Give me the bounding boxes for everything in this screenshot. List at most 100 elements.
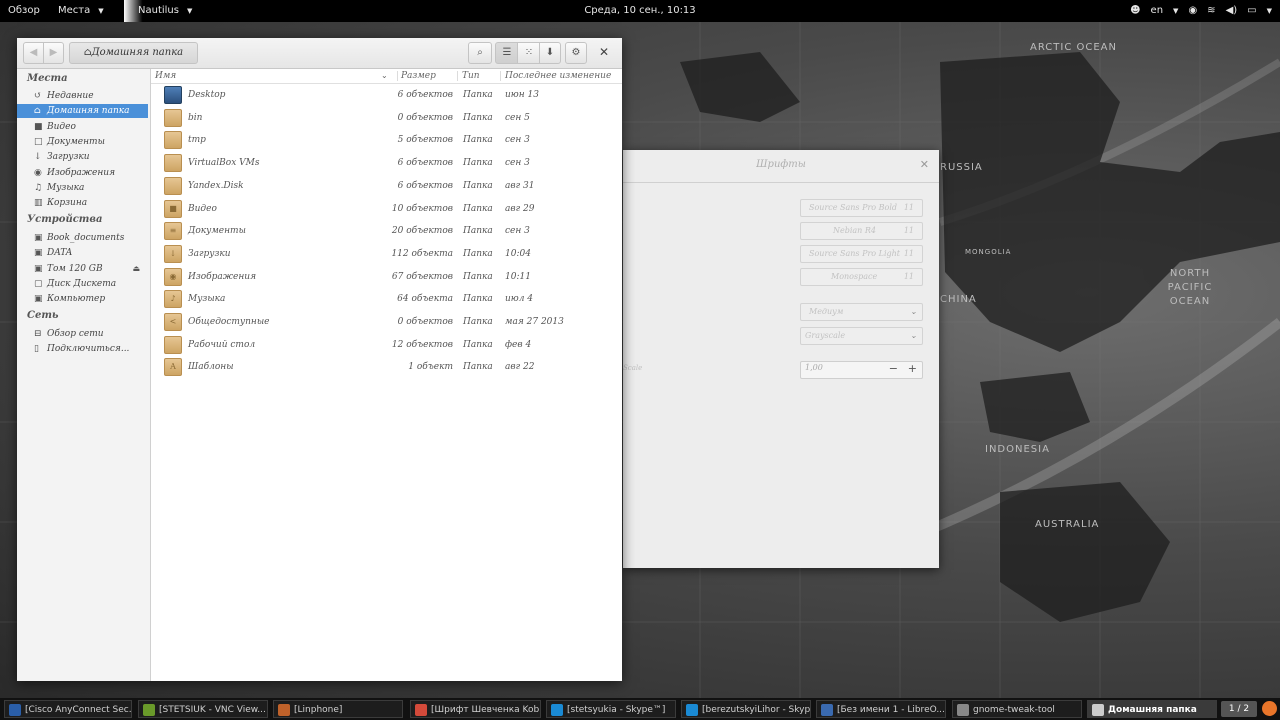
chevron-down-icon[interactable]: ▼ [1173,0,1178,22]
antialiasing-select[interactable]: Grayscale ⌄ [800,327,923,345]
grid-view-button[interactable]: ⁙ [517,42,541,64]
table-row[interactable]: ◉ Изображения 67 объектов Папка 10:11 [151,267,622,289]
sidebar-item-videos[interactable]: ■ Видео [17,120,148,134]
table-row[interactable]: ↓ Загрузки 112 объекта Папка 10:04 [151,244,622,266]
forward-button[interactable]: ▶ [43,42,64,64]
window-close-button[interactable]: ✕ [599,45,609,59]
taskbar-item[interactable]: [Без имени 1 - LibreO... [816,700,946,718]
app-icon [686,704,698,716]
table-row[interactable]: Рабочий стол 12 объектов Папка фев 4 [151,335,622,357]
map-label-russia: RUSSIA [940,162,983,173]
scaling-factor-value[interactable]: 1,00 [805,363,823,372]
sidebar-item-volume[interactable]: ▣ Том 120 GB ⏏ [17,262,148,276]
taskbar-item[interactable]: gnome-tweak-tool [952,700,1082,718]
file-modified: фев 4 [505,339,532,350]
column-name[interactable]: Имя [155,69,176,83]
chevron-down-icon[interactable]: ⌄ [381,69,388,83]
file-type: Папка [463,158,493,169]
sidebar-item-data[interactable]: ▣ DATA [17,246,148,260]
drive-icon: ▣ [34,294,43,304]
close-icon[interactable]: ✕ [920,158,929,171]
file-modified: сен 5 [505,112,530,123]
table-row[interactable]: A Шаблоны 1 объект Папка авг 22 [151,357,622,379]
table-row[interactable]: VirtualBox VMs 6 объектов Папка сен 3 [151,153,622,175]
plus-icon[interactable]: + [908,362,917,375]
table-row[interactable]: Yandex.Disk 6 объектов Папка авг 31 [151,176,622,198]
view-options-button[interactable]: ⬇ [539,42,561,64]
table-row[interactable]: Desktop 6 объектов Папка июн 13 [151,85,622,107]
search-button[interactable]: ⌕ [468,42,492,64]
file-type: Папка [463,226,493,237]
search-icon: ⌕ [477,47,483,58]
sidebar-item-book-documents[interactable]: ▣ Book_documents [17,231,148,245]
hinting-select[interactable]: Медиум ⌄ [800,303,923,321]
skype-tray-icon[interactable]: ☻ [1130,0,1140,22]
minus-icon[interactable]: − [889,362,898,375]
eject-icon[interactable]: ⏏ [132,262,140,276]
table-row[interactable]: ♪ Музыка 64 объекта Папка июл 4 [151,289,622,311]
map-label-china: CHINA [940,294,977,305]
scaling-factor-spinner[interactable]: 1,00 − + [800,361,923,379]
chevron-down-icon[interactable]: ▼ [1267,0,1272,22]
file-modified: 10:11 [505,271,531,282]
taskbar-item[interactable]: [stetsyukia - Skype™] [546,700,676,718]
notification-icon[interactable] [1262,701,1277,716]
taskbar-item[interactable]: [STETSIUK - VNC View... [138,700,268,718]
back-button[interactable]: ◀ [23,42,44,64]
table-row[interactable]: tmp 5 объектов Папка сен 3 [151,130,622,152]
list-view-button[interactable]: ☰ [495,42,519,64]
header-bar: ◀ ▶ ⌂Домашняя папка ⌕ ☰ ⁙ ⬇ ⚙ ✕ [17,38,622,69]
taskbar-item[interactable]: [Cisco AnyConnect Sec... [4,700,132,718]
font-button-window-titles[interactable]: Source Sans Pro Bold 11 [800,199,923,217]
sidebar-item-music[interactable]: ♫ Музыка [17,181,148,195]
keyboard-layout[interactable]: en [1151,0,1164,22]
taskbar-item[interactable]: Домашняя папка [1087,700,1217,718]
file-type: Папка [463,248,493,259]
settings-button[interactable]: ⚙ [565,42,587,64]
taskbar-item[interactable]: [Linphone] [273,700,403,718]
table-row[interactable]: ≡ Документы 20 объектов Папка сен 3 [151,221,622,243]
column-type[interactable]: Тип [462,69,480,83]
workspace-pager[interactable]: 1 / 2 [1221,701,1257,717]
file-size: 6 объектов [397,158,453,169]
sidebar-item-documents[interactable]: □ Документы [17,135,148,149]
sidebar-item-recent[interactable]: ↺ Недавние [17,89,148,103]
taskbar-item[interactable]: [Шрифт Шевченка Kob... [410,700,541,718]
network-icon: ⊟ [34,329,42,339]
font-button-document[interactable]: Source Sans Pro Light 11 [800,245,923,263]
volume-icon[interactable]: ◀) [1226,0,1238,22]
file-size: 10 объектов [391,203,453,214]
drive-icon: ▣ [34,264,43,274]
sidebar-item-trash[interactable]: ▥ Корзина [17,196,148,210]
sidebar-item-pictures[interactable]: ◉ Изображения [17,166,148,180]
sidebar-item-home[interactable]: ⌂ Домашняя папка [17,104,148,118]
wifi-icon[interactable]: ≋ [1207,0,1215,22]
sidebar-item-label: Музыка [47,183,85,193]
sidebar-item-connect-server[interactable]: ▯ Подключиться... [17,342,148,356]
font-button-interface[interactable]: Nebian R4 11 [800,222,923,240]
sidebar-item-downloads[interactable]: ↓ Загрузки [17,150,148,164]
column-size[interactable]: Размер [401,69,436,83]
taskbar-item-label: gnome-tweak-tool [973,705,1055,715]
accessibility-icon[interactable]: ◉ [1188,0,1197,22]
battery-icon[interactable]: ▭ [1247,0,1256,22]
activities-button[interactable]: Обзор [8,0,40,22]
sidebar-item-label: DATA [47,248,73,258]
sidebar-item-computer[interactable]: ▣ Компьютер [17,292,148,306]
path-bar-home[interactable]: ⌂Домашняя папка [69,42,198,64]
sidebar-item-browse-network[interactable]: ⊟ Обзор сети [17,327,148,341]
file-type: Папка [463,203,493,214]
table-row[interactable]: < Общедоступные 0 объектов Папка мая 27 2013 [151,312,622,334]
column-modified[interactable]: Последнее изменение [505,69,611,83]
sidebar-item-floppy[interactable]: ▢ Диск Дискета [17,277,148,291]
file-name: Документы [188,226,246,237]
sidebar: Места ↺ Недавние ⌂ Домашняя папка ■ Видео □… [17,69,151,681]
app-icon [278,704,290,716]
taskbar-item[interactable]: [berezutskyiLihor - Skyp... [681,700,811,718]
table-row[interactable]: ■ Видео 10 объектов Папка авг 29 [151,199,622,221]
places-menu[interactable]: Места ▼ [58,0,104,22]
table-row[interactable]: bin 0 объектов Папка сен 5 [151,108,622,130]
app-menu[interactable]: Nautilus ▼ [124,0,208,22]
font-button-monospace[interactable]: Monospace 11 [800,268,923,286]
file-name: Видео [188,203,217,214]
